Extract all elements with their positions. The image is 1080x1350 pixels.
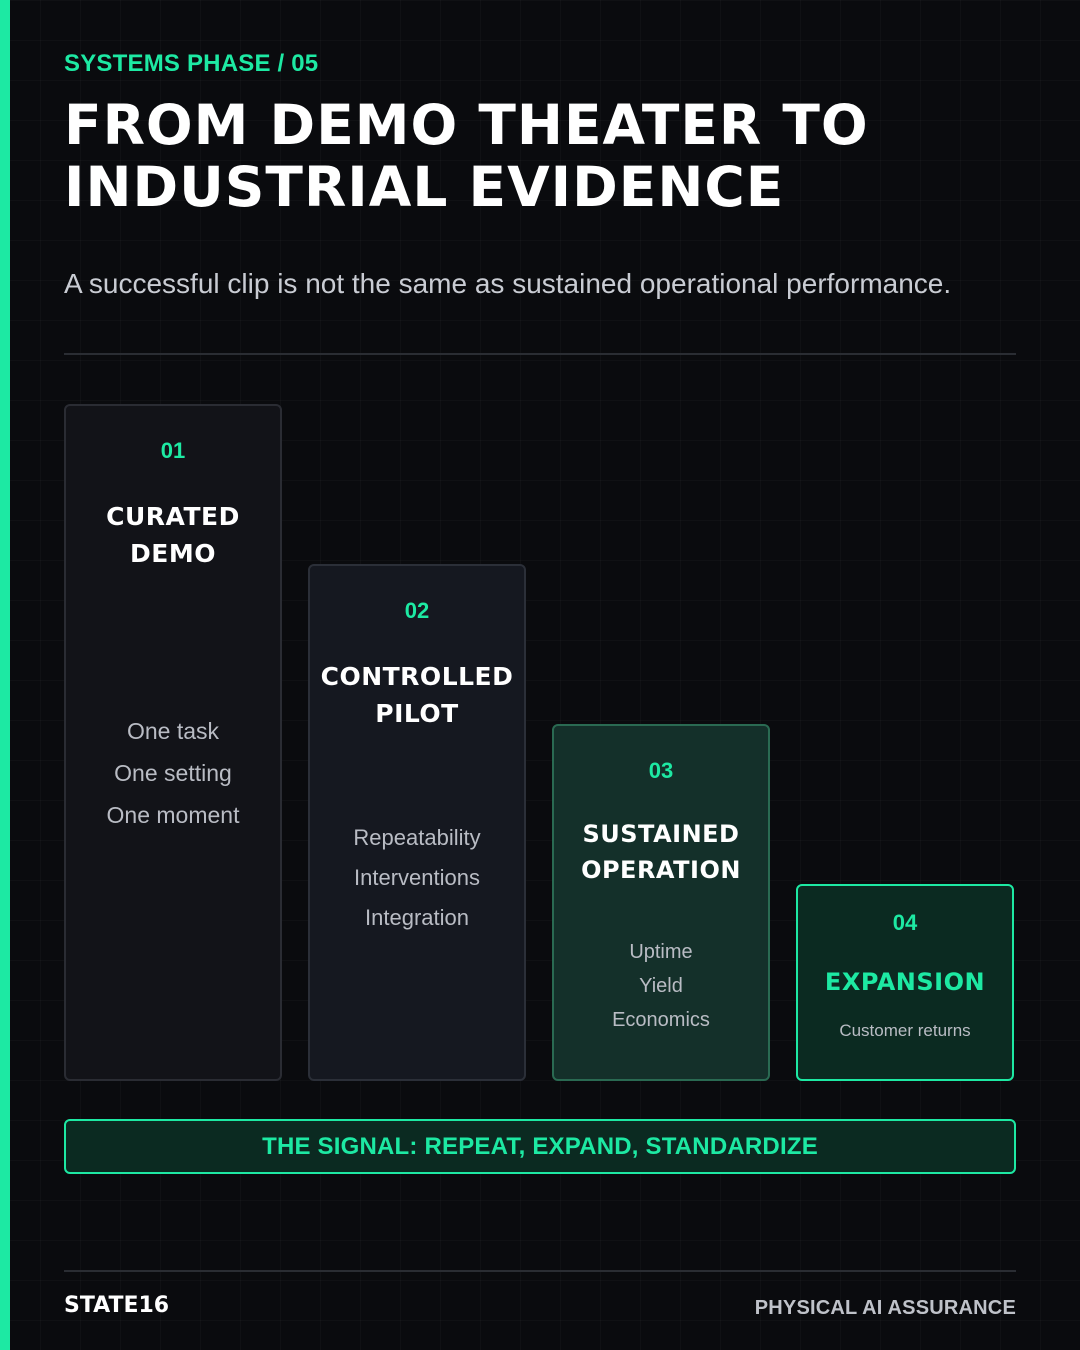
- stage-item: Repeatability: [353, 825, 481, 850]
- stage-title: EXPANSION: [798, 964, 1012, 1001]
- stage-item: One moment: [106, 802, 240, 828]
- stage-title: CURATED DEMO: [66, 498, 280, 572]
- stage-title-line: EXPANSION: [824, 968, 986, 996]
- top-divider: [64, 353, 1016, 355]
- accent-bar: [0, 0, 10, 1350]
- stage-items: One task One setting One moment: [66, 710, 280, 836]
- section-kicker: SYSTEMS PHASE / 05: [64, 50, 319, 77]
- stage-items: Uptime Yield Economics: [554, 935, 768, 1037]
- stage-card-controlled-pilot: 02 CONTROLLED PILOT Repeatability Interv…: [308, 564, 526, 1081]
- footer-tagline: PHYSICAL AI ASSURANCE: [754, 1297, 1016, 1319]
- bottom-divider: [64, 1270, 1016, 1272]
- stage-item: Integration: [365, 905, 469, 930]
- stage-title-line: DEMO: [130, 539, 216, 568]
- stage-item: Interventions: [354, 865, 480, 890]
- stage-number: 04: [892, 910, 918, 935]
- brand-logo-text: STATE16: [64, 1293, 170, 1318]
- stage-items: Customer returns: [798, 1019, 1012, 1043]
- stage-title-line: CURATED: [106, 502, 240, 531]
- stage-number: 02: [404, 598, 430, 623]
- stage-card-sustained-operation: 03 SUSTAINED OPERATION Uptime Yield Econ…: [552, 724, 770, 1081]
- title-line-1: FROM DEMO THEATER TO: [64, 93, 869, 157]
- page-title: FROM DEMO THEATER TO INDUSTRIAL EVIDENCE: [64, 94, 1024, 218]
- stage-items: Repeatability Interventions Integration: [310, 818, 524, 938]
- signal-banner: THE SIGNAL: REPEAT, EXPAND, STANDARDIZE: [64, 1119, 1016, 1174]
- stage-title-line: PILOT: [375, 699, 459, 728]
- subtitle: A successful clip is not the same as sus…: [64, 268, 952, 299]
- stage-number: 01: [160, 438, 186, 463]
- stage-title-line: OPERATION: [581, 856, 741, 884]
- title-line-2: INDUSTRIAL EVIDENCE: [64, 155, 785, 219]
- stage-number: 03: [648, 758, 674, 783]
- stage-title-line: SUSTAINED: [582, 820, 740, 848]
- stage-item: Customer returns: [839, 1021, 971, 1040]
- stage-item: One task: [126, 718, 220, 744]
- stage-item: Yield: [639, 975, 683, 997]
- stage-item: Economics: [612, 1009, 710, 1031]
- stage-item: One setting: [114, 760, 232, 786]
- stage-title-line: CONTROLLED: [320, 662, 514, 691]
- stage-title: SUSTAINED OPERATION: [554, 816, 768, 888]
- stage-card-curated-demo: 01 CURATED DEMO One task One setting One…: [64, 404, 282, 1081]
- stage-card-expansion: 04 EXPANSION Customer returns: [796, 884, 1014, 1081]
- stage-item: Uptime: [629, 941, 693, 963]
- stage-title: CONTROLLED PILOT: [310, 658, 524, 732]
